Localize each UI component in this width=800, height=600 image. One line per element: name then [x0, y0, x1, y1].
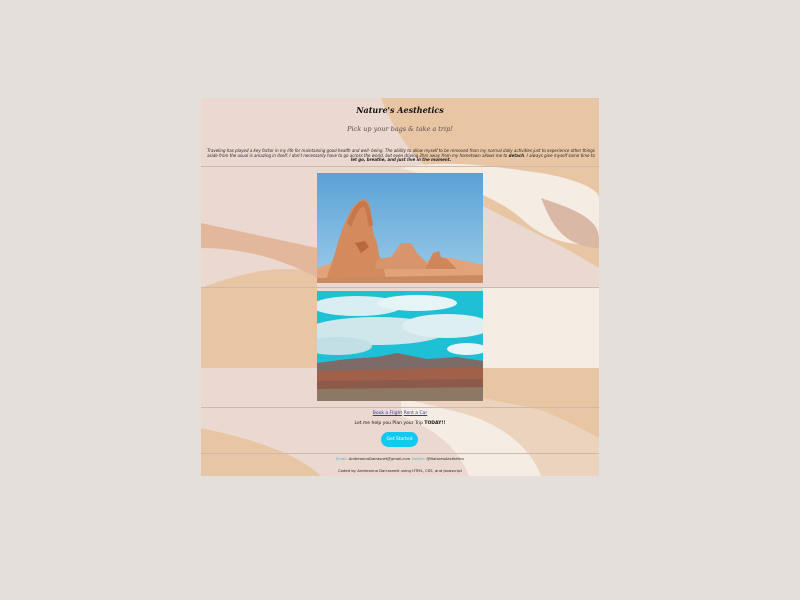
page-title: Nature's Aesthetics: [356, 105, 444, 115]
get-started-button[interactable]: Get Started: [381, 432, 418, 447]
divider: [201, 453, 599, 454]
footer-credit: Coded by Andreanna Darrasnett using HTML…: [338, 468, 462, 473]
photo-canyon: [317, 291, 483, 401]
divider: [201, 166, 599, 167]
book-flight-link[interactable]: Book a Flight: [373, 411, 402, 416]
page-subtitle: Pick up your bags & take a trip!: [347, 125, 453, 133]
twitter-value: @NaturesAesthetics: [426, 457, 464, 461]
photo-desert-arch: [317, 173, 483, 283]
twitter-label: Twitter:: [411, 457, 426, 461]
intro-text-middle: . I always give myself some time to: [524, 152, 595, 158]
action-links: Book a Flight Rent a Car: [201, 411, 599, 416]
divider: [201, 287, 599, 288]
page-card: Nature's Aesthetics Pick up your bags & …: [201, 98, 599, 476]
tagline-text: Let me help you Plan your Trip: [354, 421, 423, 426]
intro-paragraph: Traveling has played a key factor in my …: [205, 148, 597, 163]
divider: [201, 407, 599, 408]
rent-car-link[interactable]: Rent a Car: [404, 411, 428, 416]
intro-bold-detach: detach: [508, 152, 525, 158]
email-value: AndreannaDarrasnet@gmail.com: [348, 457, 411, 461]
tagline: Let me help you Plan your Trip TODAY!!: [201, 421, 599, 426]
intro-bold-letgo: let go, breathe, and just live in the mo…: [350, 157, 452, 163]
contact-info: Email: AndreannaDarrasnet@gmail.com Twit…: [201, 457, 599, 461]
tagline-bold: TODAY!!: [424, 421, 446, 426]
email-label: Email:: [336, 457, 348, 461]
